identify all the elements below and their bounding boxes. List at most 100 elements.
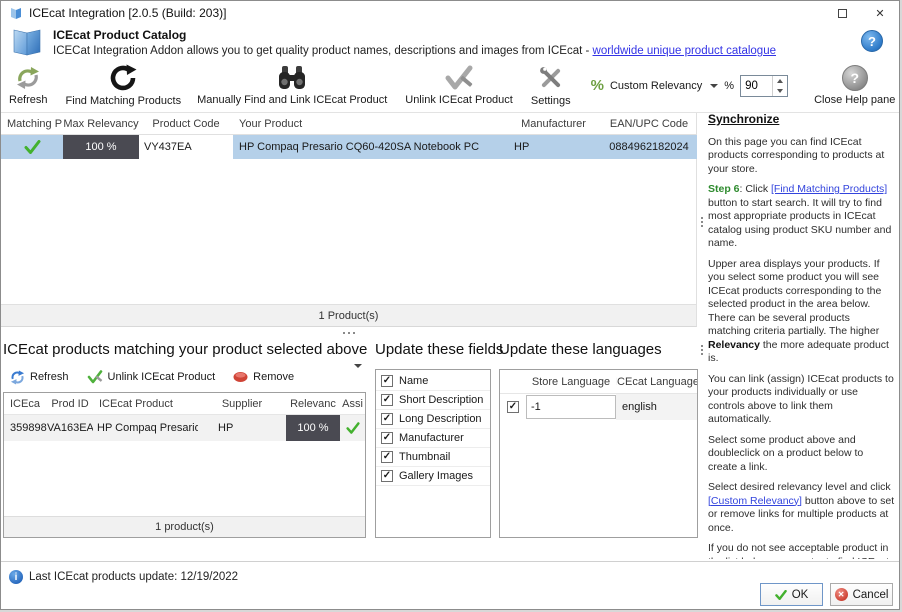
field-label: Short Description (399, 394, 483, 406)
column-header[interactable]: Store Language (526, 370, 616, 393)
check-icon: ✓ (383, 471, 391, 481)
splitter-grip (353, 332, 355, 334)
checkbox-checked[interactable]: ✓ (381, 413, 393, 425)
header: ICEcat Product Catalog ICECat Integratio… (1, 25, 899, 59)
store-language-cell: -1 (526, 395, 616, 419)
check-icon: ✓ (383, 376, 391, 386)
maximize-button[interactable] (823, 1, 861, 25)
column-header[interactable]: Max Relevancy (63, 113, 139, 134)
spin-up-icon (777, 79, 783, 83)
app-icon (9, 6, 23, 20)
find-matching-products-link[interactable]: [Find Matching Products] (771, 183, 887, 195)
help-paragraph: Select desired relevancy level and click… (708, 481, 895, 535)
status-line: i Last ICEcat products update: 12/19/202… (9, 570, 238, 584)
match-check-icon (24, 140, 41, 154)
column-header[interactable]: ICEcat Product (93, 393, 198, 414)
column-header[interactable]: ICEcat Language (616, 370, 697, 393)
help-paragraph: Step 6: Click [Find Matching Products] b… (708, 183, 895, 251)
checkbox-checked[interactable]: ✓ (381, 470, 393, 482)
toolbar-overflow-chevron[interactable] (352, 368, 366, 386)
splitter-grip (348, 332, 350, 334)
catalog-link[interactable]: worldwide unique product catalogue (593, 45, 776, 57)
matching-count-footer: 1 product(s) (4, 516, 365, 537)
ok-button[interactable]: OK (760, 583, 823, 606)
assigned-check-icon (346, 422, 360, 434)
matching-unlink-button[interactable]: Unlink ICEcat Product (80, 367, 223, 387)
matching-row[interactable]: 359898 VA163EA HP Compaq Presario HP 100… (4, 415, 365, 441)
close-help-pane-button[interactable]: ? Close Help pane (806, 59, 900, 112)
horizontal-splitter[interactable] (1, 327, 697, 339)
language-row[interactable]: ✓ -1 english (500, 394, 697, 420)
product-row[interactable]: 100 % VY437EA HP Compaq Presario CQ60-42… (1, 135, 696, 159)
help-heading: Synchronize (708, 113, 895, 127)
matching-cell (1, 135, 63, 159)
field-checkbox-row[interactable]: ✓ Short Description (376, 391, 490, 410)
settings-button[interactable]: Settings (523, 59, 579, 112)
custom-relevancy-link[interactable]: [Custom Relevancy] (708, 495, 802, 507)
matching-refresh-button[interactable]: Refresh (3, 367, 76, 388)
checkbox-checked[interactable]: ✓ (381, 432, 393, 444)
chevron-down-icon (354, 364, 362, 385)
app-window: ICEcat Integration [2.0.5 (Build: 203)] … (0, 0, 900, 610)
close-button[interactable]: ✕ (861, 1, 899, 25)
checkbox-checked[interactable]: ✓ (381, 394, 393, 406)
find-matching-products-button[interactable]: Find Matching Products (58, 59, 190, 112)
close-icon: ✕ (875, 7, 884, 20)
chevron-down-icon[interactable] (710, 84, 718, 88)
relevancy-spinner (740, 75, 788, 97)
page-subtitle: ICECat Integration Addon allows you to g… (53, 45, 593, 57)
icecat-id-cell: 359898 (4, 415, 47, 441)
title-bar: ICEcat Integration [2.0.5 (Build: 203)] … (1, 1, 899, 25)
field-checkbox-row[interactable]: ✓ Manufacturer (376, 429, 490, 448)
matching-section-title: ICEcat products matching your product se… (3, 341, 366, 358)
field-label: Gallery Images (399, 470, 473, 482)
column-header[interactable]: Supplier (198, 393, 286, 414)
field-checkbox-row[interactable]: ✓ Long Description (376, 410, 490, 429)
column-header[interactable]: Assi (340, 393, 365, 414)
help-paragraph: Upper area displays your products. If yo… (708, 258, 895, 366)
field-checkbox-row[interactable]: ✓ Gallery Images (376, 467, 490, 486)
column-header[interactable]: ICEca (4, 393, 47, 414)
checkbox-checked[interactable]: ✓ (381, 375, 393, 387)
column-header[interactable]: Prod ID (47, 393, 93, 414)
field-checkbox-row[interactable]: ✓ Name (376, 372, 490, 391)
relevancy-input[interactable] (741, 76, 772, 96)
column-header[interactable]: Your Product (233, 113, 506, 134)
field-label: Long Description (399, 413, 482, 425)
column-header[interactable]: Relevanc (286, 393, 340, 414)
check-icon: ✓ (383, 433, 391, 443)
update-fields-panel: Update these fields ✓ Name ✓ Short Descr… (375, 341, 491, 538)
refresh-icon (14, 65, 42, 91)
column-header[interactable]: Manufacturer (506, 113, 601, 134)
help-pane-splitter[interactable] (698, 113, 706, 559)
assigned-cell (340, 415, 365, 441)
cancel-button[interactable]: ✕ Cancel (830, 583, 893, 606)
prod-id-cell: VA163EA (47, 415, 93, 441)
spin-up-button[interactable] (773, 76, 787, 86)
column-header[interactable]: Matching P (1, 113, 63, 134)
icecat-language-cell: english (616, 394, 697, 420)
languages-table: Store Language ICEcat Language ✓ -1 engl… (499, 369, 698, 538)
check-icon: ✓ (383, 395, 391, 405)
manually-find-link-button[interactable]: Manually Find and Link ICEcat Product (189, 59, 395, 112)
spin-down-button[interactable] (773, 86, 787, 96)
step-label: Step 6 (708, 183, 740, 195)
field-label: Manufacturer (399, 432, 464, 444)
main-toolbar: Refresh Find Matching Products Manually … (1, 59, 899, 113)
help-icon[interactable]: ? (861, 30, 883, 52)
checkbox-checked[interactable]: ✓ (507, 401, 519, 413)
column-header[interactable]: EAN/UPC Code (601, 113, 697, 134)
field-checkbox-row[interactable]: ✓ Thumbnail (376, 448, 490, 467)
bottom-bar: i Last ICEcat products update: 12/19/202… (1, 561, 899, 610)
column-header[interactable]: Product Code (139, 113, 233, 134)
custom-relevancy-button[interactable]: Custom Relevancy (610, 80, 702, 92)
matching-toolbar: Refresh Unlink ICEcat Product Remove (3, 362, 366, 392)
unlink-icecat-product-button[interactable]: Unlink ICEcat Product (397, 59, 521, 112)
supplier-cell: HP (198, 415, 286, 441)
matching-remove-button[interactable]: Remove (226, 368, 301, 386)
last-update-text: Last ICEcat products update: 12/19/2022 (29, 571, 238, 583)
checkbox-checked[interactable]: ✓ (381, 451, 393, 463)
window-title: ICEcat Integration [2.0.5 (Build: 203)] (29, 6, 226, 20)
binoculars-icon (277, 64, 307, 91)
refresh-button[interactable]: Refresh (1, 59, 56, 112)
